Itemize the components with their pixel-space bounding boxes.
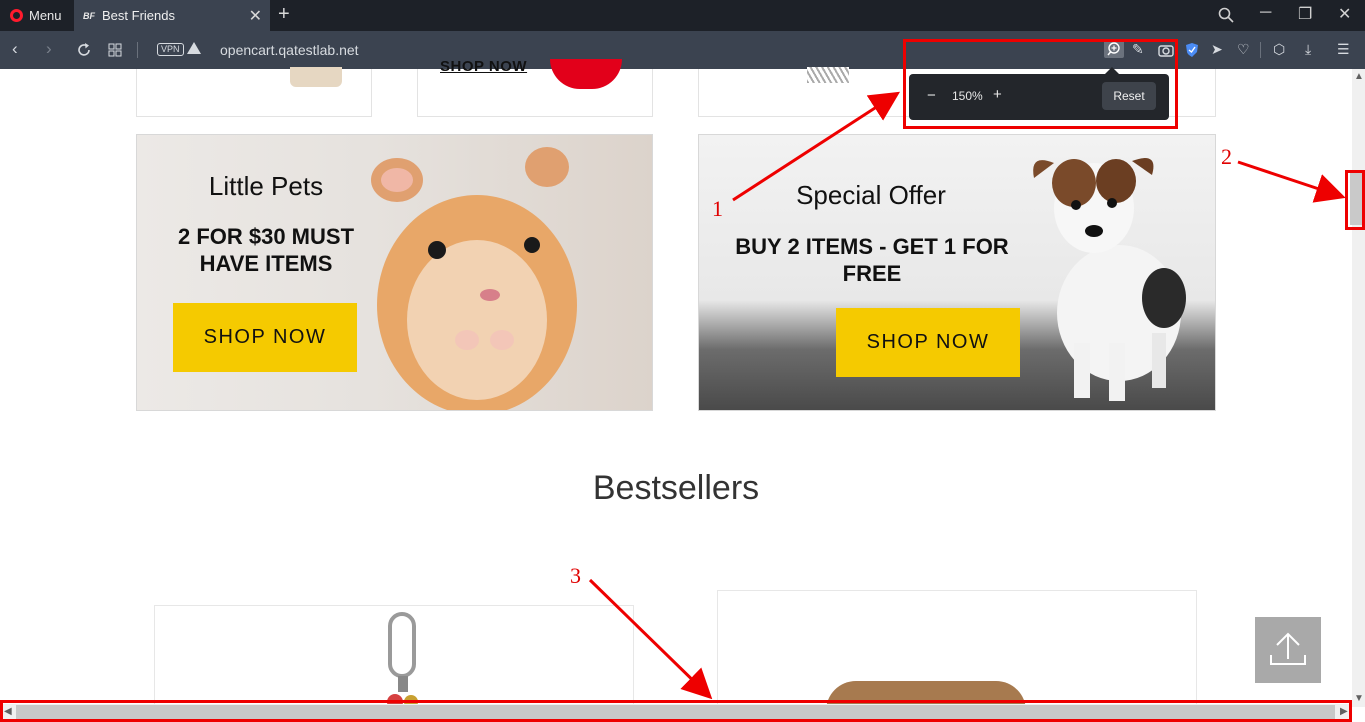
url-field[interactable]: opencart.qatestlab.net bbox=[220, 42, 359, 58]
product-image bbox=[290, 67, 342, 87]
banner-title: Little Pets bbox=[208, 171, 324, 201]
window-close-button[interactable]: ✕ bbox=[1338, 4, 1351, 24]
back-to-top-button[interactable] bbox=[1255, 617, 1321, 683]
product-image bbox=[550, 59, 622, 89]
shop-now-link[interactable]: SHOP NOW bbox=[440, 58, 527, 75]
banner-subtitle: 2 FOR $30 MUST HAVE ITEMS bbox=[177, 224, 355, 276]
annotation-box-zoom bbox=[903, 39, 1178, 129]
product-image bbox=[807, 67, 849, 83]
tab-strip: Menu BF Best Friends ✕ + ─ ❐ ✕ bbox=[0, 0, 1365, 31]
minimize-button[interactable]: ─ bbox=[1260, 4, 1271, 22]
banner-title: Special Offer bbox=[796, 180, 946, 210]
opera-menu-button[interactable]: Menu bbox=[0, 0, 74, 31]
annotation-box-horizontal-scrollbar bbox=[0, 700, 1352, 722]
little-pets-banner[interactable]: Little Pets 2 FOR $30 MUST HAVE ITEMS SH… bbox=[136, 134, 653, 411]
back-icon[interactable]: ‹ bbox=[12, 39, 18, 59]
tab-close-icon[interactable]: ✕ bbox=[249, 6, 262, 26]
puppy-image bbox=[1033, 158, 1186, 401]
shop-now-button[interactable]: SHOP NOW bbox=[836, 308, 1020, 377]
bestsellers-heading: Bestsellers bbox=[592, 469, 760, 507]
menu-label: Menu bbox=[29, 8, 62, 23]
banner-subtitle: BUY 2 ITEMS - GET 1 FOR FREE bbox=[735, 234, 1009, 286]
vpn-badge[interactable]: VPN bbox=[157, 43, 184, 56]
download-icon[interactable]: ⤓ bbox=[1305, 41, 1311, 58]
new-tab-button[interactable]: + bbox=[278, 3, 290, 26]
extensions-cube-icon[interactable]: ⬡ bbox=[1273, 41, 1285, 58]
tab-title: Best Friends bbox=[102, 8, 175, 23]
divider bbox=[137, 42, 138, 58]
tab-favicon-icon: BF bbox=[83, 10, 95, 21]
shield-icon[interactable] bbox=[1185, 42, 1199, 58]
easy-setup-icon[interactable]: ☰ bbox=[1337, 41, 1350, 58]
product-card-top bbox=[417, 59, 653, 117]
arrow-2 bbox=[1237, 160, 1346, 203]
product-image bbox=[387, 612, 418, 710]
shop-now-button[interactable]: SHOP NOW bbox=[173, 303, 357, 372]
restore-button[interactable]: ❐ bbox=[1298, 4, 1312, 24]
reload-icon[interactable] bbox=[76, 42, 92, 58]
product-card[interactable] bbox=[154, 605, 634, 710]
product-card-top bbox=[136, 67, 372, 117]
security-warning-icon[interactable] bbox=[187, 42, 201, 54]
upload-arrow-icon bbox=[1270, 632, 1306, 665]
tab-best-friends[interactable]: BF Best Friends ✕ bbox=[74, 0, 270, 31]
annotation-label: 2 bbox=[1221, 144, 1232, 169]
scroll-down-arrow-icon[interactable]: ▼ bbox=[1354, 693, 1364, 704]
special-offer-banner[interactable]: Special Offer BUY 2 ITEMS - GET 1 FOR FR… bbox=[698, 134, 1216, 411]
forward-icon[interactable]: › bbox=[46, 39, 52, 59]
send-icon[interactable]: ➤ bbox=[1211, 41, 1223, 58]
divider bbox=[1260, 42, 1261, 58]
speed-dial-icon[interactable] bbox=[108, 43, 122, 57]
annotation-label: 3 bbox=[570, 563, 581, 588]
search-icon[interactable] bbox=[1218, 7, 1234, 23]
annotation-box-vertical-scrollbar bbox=[1345, 170, 1365, 230]
annotation-label: 1 bbox=[712, 196, 723, 221]
scroll-up-arrow-icon[interactable]: ▲ bbox=[1354, 71, 1364, 82]
heart-icon[interactable]: ♡ bbox=[1237, 41, 1250, 58]
hamster-image bbox=[371, 147, 577, 410]
product-card[interactable] bbox=[717, 590, 1197, 711]
vertical-scrollbar[interactable] bbox=[1352, 69, 1365, 707]
opera-logo-icon bbox=[10, 9, 23, 22]
